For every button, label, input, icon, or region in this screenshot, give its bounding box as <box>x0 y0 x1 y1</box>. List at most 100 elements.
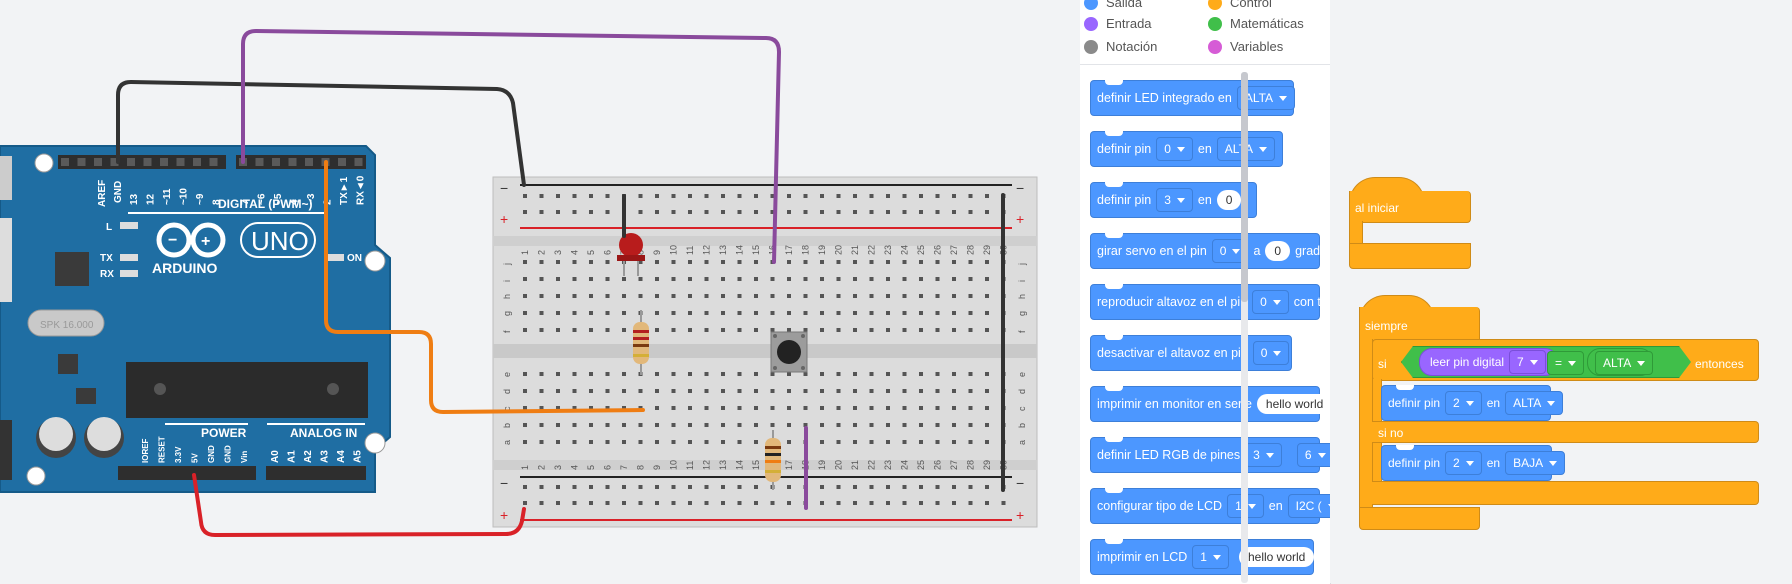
al-iniciar-left <box>1349 221 1363 245</box>
column-number: 24 <box>900 245 910 255</box>
block-al-iniciar[interactable]: al iniciar <box>1349 177 1471 269</box>
block-definir-led-rgb[interactable]: definir LED RGB de pines 3 6 <box>1090 437 1330 473</box>
column-number: 13 <box>718 460 728 470</box>
column-number: 18 <box>801 245 811 255</box>
block-definir-pin[interactable]: definir pin 0 en ALTA <box>1090 131 1283 167</box>
dropdown-operator[interactable]: = <box>1547 351 1585 375</box>
column-number: 10 <box>669 245 679 255</box>
dropdown-speaker-pin[interactable]: 0 <box>1252 290 1289 314</box>
column-number: 17 <box>784 245 794 255</box>
pin-label-analog: A5 <box>353 450 364 463</box>
column-number: 8 <box>636 465 646 470</box>
column-number: 21 <box>850 460 860 470</box>
row-letter: j <box>1017 263 1027 266</box>
dropdown-then-pin[interactable]: 2 <box>1445 391 1482 415</box>
power-label: POWER <box>201 426 247 440</box>
category-entrada[interactable]: Entrada <box>1084 16 1152 31</box>
pin-label-power: GND <box>224 445 233 463</box>
category-control[interactable]: Control <box>1208 0 1272 10</box>
column-number: 9 <box>652 465 662 470</box>
input-servo-angle[interactable]: 0 <box>1265 241 1291 261</box>
row-letter: b <box>502 423 512 428</box>
block-then-definir-pin[interactable]: definir pin 2 en ALTA <box>1381 385 1564 421</box>
column-number: 19 <box>817 245 827 255</box>
row-letter: j <box>502 263 512 266</box>
row-letter: a <box>1017 440 1027 445</box>
block-desactivar-altavoz[interactable]: desactivar el altavoz en pin 0 <box>1090 335 1292 371</box>
on-label: ON <box>347 253 362 264</box>
input-lcd-text[interactable]: hello world <box>1238 547 1315 567</box>
block-definir-led-integrado[interactable]: definir LED integrado en ALTA <box>1090 80 1296 116</box>
dropdown-rgb-pin-2[interactable]: 6 <box>1296 443 1330 467</box>
block-else-definir-pin[interactable]: definir pin 2 en BAJA <box>1381 445 1566 481</box>
pin-label-power: Vin <box>240 451 249 463</box>
column-number: 5 <box>586 465 596 470</box>
pin-label-analog: A1 <box>287 450 298 463</box>
pin-label-aref: AREF <box>97 180 108 207</box>
block-definir-pin-pwm[interactable]: definir pin 3 en 0 <box>1090 182 1257 218</box>
block-imprimir-lcd[interactable]: imprimir en LCD 1 hello world <box>1090 539 1315 575</box>
uno-logo: UNO <box>251 226 309 256</box>
input-serial-text[interactable]: hello world <box>1256 394 1330 414</box>
arduino-uno-board[interactable]: AREF GND 13 12 ~11 ~10 ~9 8 7 ~6 ~5 4 ~3 2 TX►1 RX◄0 … <box>0 145 391 493</box>
dropdown-compare-value[interactable]: ALTA <box>1595 351 1654 375</box>
column-number: 11 <box>685 246 695 255</box>
palette-scrollbar[interactable] <box>1241 72 1248 583</box>
category-matematicas[interactable]: Matemáticas <box>1208 16 1304 31</box>
notacion-dot-icon <box>1084 39 1098 54</box>
dropdown-pin[interactable]: 0 <box>1156 137 1193 161</box>
code-workspace[interactable]: al iniciar siempre si leer pin digital 7… <box>1330 0 1792 583</box>
pin-label-power: 3.3V <box>174 446 183 463</box>
entrada-dot-icon <box>1084 16 1098 31</box>
column-number: 26 <box>933 460 943 470</box>
block-configurar-lcd[interactable]: configurar tipo de LCD 1 en I2C ( <box>1090 488 1330 524</box>
input-pwm-value[interactable]: 0 <box>1216 190 1242 210</box>
category-variables[interactable]: Variables <box>1208 39 1283 54</box>
row-letter: c <box>1017 406 1027 411</box>
svg-text:+: + <box>201 233 210 250</box>
pin-label-digital: RX◄0 <box>356 175 367 205</box>
column-number: 1 <box>520 465 530 470</box>
dropdown-else-state[interactable]: BAJA <box>1505 451 1566 475</box>
column-number: 22 <box>867 460 877 470</box>
column-number: 29 <box>982 460 992 470</box>
dropdown-speaker-off-pin[interactable]: 0 <box>1252 341 1290 365</box>
pin-label-power: RESET <box>158 436 167 463</box>
pin-label-analog: A0 <box>270 450 281 463</box>
row-letter: g <box>502 311 512 316</box>
category-salida[interactable]: Salida <box>1084 0 1142 10</box>
rail-plus-bl: + <box>500 507 508 523</box>
circuit-canvas[interactable]: AREF GND 13 12 ~11 ~10 ~9 8 7 ~6 ~5 4 ~3 2 TX►1 RX◄0 … <box>0 0 1080 583</box>
dropdown-else-pin[interactable]: 2 <box>1445 451 1482 475</box>
block-imprimir-monitor-serie[interactable]: imprimir en monitor en serie hello world <box>1090 386 1330 422</box>
push-button[interactable] <box>770 331 808 373</box>
column-number: 13 <box>718 245 728 255</box>
row-letter: g <box>1017 311 1027 316</box>
category-notacion[interactable]: Notación <box>1084 39 1157 54</box>
row-letter: h <box>1017 294 1027 299</box>
column-number: 20 <box>834 245 844 255</box>
row-letter: d <box>1017 389 1027 394</box>
leer-pin-digital-block[interactable]: leer pin digital 7 <box>1419 348 1558 376</box>
dropdown-read-pin[interactable]: 7 <box>1509 350 1546 374</box>
block-palette[interactable]: definir LED integrado en ALTA definir pin… <box>1080 64 1331 584</box>
block-reproducir-altavoz[interactable]: reproducir altavoz en el pin 0 con to <box>1090 284 1328 320</box>
si-no-header <box>1372 421 1759 443</box>
siempre-footer <box>1359 507 1480 530</box>
palette-scroll-thumb[interactable] <box>1241 72 1248 302</box>
row-letter: b <box>1017 423 1027 428</box>
row-letter: d <box>502 389 512 394</box>
dropdown-rgb-pin-1[interactable]: 3 <box>1245 443 1282 467</box>
variables-dot-icon <box>1208 39 1222 54</box>
dropdown-lcd-print-id[interactable]: 1 <box>1192 545 1229 569</box>
column-number: 1 <box>520 250 530 255</box>
dropdown-pwm-pin[interactable]: 3 <box>1156 188 1193 212</box>
row-letter: i <box>502 280 512 282</box>
pin-label-analog: A2 <box>303 450 314 463</box>
dropdown-then-state[interactable]: ALTA <box>1505 391 1564 415</box>
dropdown-lcd-type[interactable]: I2C ( <box>1287 494 1330 518</box>
block-siempre[interactable]: siempre si leer pin digital 7 = ALTA ent… <box>1359 295 1759 530</box>
block-girar-servo[interactable]: girar servo en el pin 0 a 0 grad <box>1090 233 1320 269</box>
row-letter: e <box>502 372 512 377</box>
column-number: 14 <box>735 460 745 470</box>
